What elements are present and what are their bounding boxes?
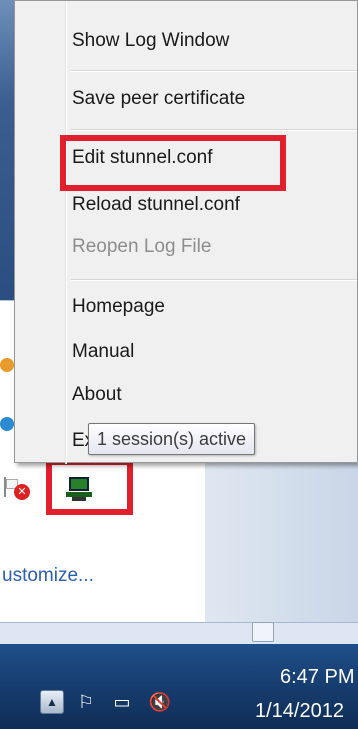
menu-gutter [65, 1, 67, 464]
menu-item-show-log-window[interactable]: Show Log Window [72, 30, 229, 52]
slider-track [0, 622, 358, 645]
menu-item-highlight-box [60, 135, 286, 191]
partial-orange-icon[interactable] [0, 358, 14, 372]
volume-muted-icon[interactable]: 🔇 [148, 690, 172, 714]
show-hidden-icons-button[interactable]: ▲ [40, 690, 64, 714]
tray-icon-highlight-box [46, 459, 133, 515]
clock-time[interactable]: 6:47 PM [280, 666, 354, 689]
menu-item-about[interactable]: About [72, 384, 122, 406]
slider-thumb[interactable] [252, 622, 274, 642]
menu-separator [71, 279, 357, 281]
menu-item-homepage[interactable]: Homepage [72, 296, 165, 318]
clock-date[interactable]: 1/14/2012 [255, 700, 344, 723]
network-icon[interactable]: ▭ [110, 690, 134, 714]
tray-context-menu [14, 0, 358, 464]
customize-link[interactable]: ustomize... [2, 565, 94, 587]
flag-tray-icon[interactable]: ⚐ [74, 690, 98, 714]
menu-item-save-peer-certificate[interactable]: Save peer certificate [72, 88, 245, 110]
chevron-up-icon: ▲ [46, 695, 58, 709]
menu-item-manual[interactable]: Manual [72, 341, 134, 363]
menu-separator [71, 129, 357, 131]
session-tooltip: 1 session(s) active [88, 423, 256, 455]
menu-item-reopen-log-file: Reopen Log File [72, 236, 212, 257]
error-badge-icon: ✕ [14, 484, 30, 500]
menu-separator [71, 70, 357, 72]
menu-item-reload-stunnel-conf[interactable]: Reload stunnel.conf [72, 194, 240, 216]
partial-blue-icon[interactable] [0, 417, 14, 431]
